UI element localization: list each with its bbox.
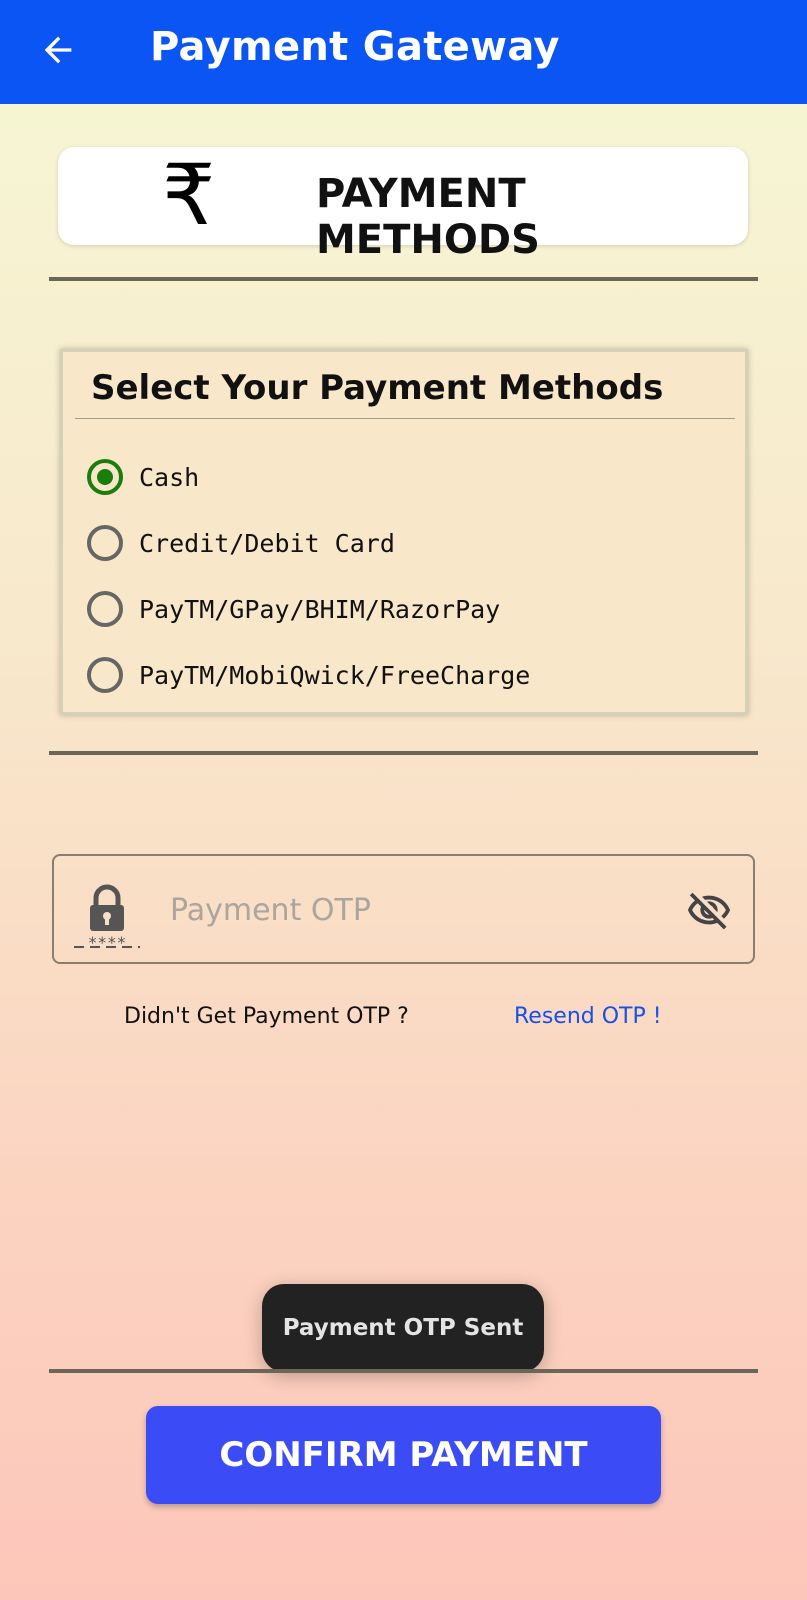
radio-option-wallet[interactable]: PayTM/MobiQwick/FreeCharge — [87, 651, 530, 699]
radio-button[interactable] — [87, 591, 123, 627]
toast-message: Payment OTP Sent — [262, 1284, 544, 1372]
eye-off-icon[interactable] — [684, 888, 734, 934]
page-title: Payment Gateway — [150, 24, 560, 70]
resend-otp-link[interactable]: Resend OTP ! — [514, 1004, 662, 1029]
radio-button[interactable] — [87, 657, 123, 693]
divider — [49, 1369, 758, 1373]
radio-option-card[interactable]: Credit/Debit Card — [87, 519, 395, 567]
radio-button-checked[interactable] — [87, 459, 123, 495]
app-bar: Payment Gateway — [0, 0, 807, 104]
lock-caption: **** — [88, 933, 127, 948]
confirm-payment-button[interactable]: CONFIRM PAYMENT — [146, 1406, 661, 1504]
radio-label: Cash — [139, 462, 200, 492]
radio-label: PayTM/MobiQwick/FreeCharge — [139, 660, 531, 690]
methods-divider — [75, 418, 735, 419]
back-button[interactable] — [30, 22, 86, 78]
header-title: PAYMENT METHODS — [316, 171, 540, 263]
payment-methods-group: Select Your Payment Methods Cash Credit/… — [60, 349, 748, 715]
radio-label: Credit/Debit Card — [139, 528, 395, 558]
radio-option-cash[interactable]: Cash — [87, 453, 199, 501]
rupee-icon: ₹ — [162, 146, 216, 244]
lock-icon: **** — [74, 884, 140, 948]
arrow-left-icon — [44, 36, 72, 64]
otp-input[interactable] — [168, 876, 652, 944]
otp-field[interactable]: **** — [52, 854, 755, 964]
payment-methods-header: ₹ PAYMENT METHODS — [58, 146, 748, 263]
radio-option-upi[interactable]: PayTM/GPay/BHIM/RazorPay — [87, 585, 500, 633]
divider — [49, 277, 758, 281]
otp-help-text: Didn't Get Payment OTP ? — [124, 1004, 409, 1029]
methods-title: Select Your Payment Methods — [91, 368, 664, 408]
radio-button[interactable] — [87, 525, 123, 561]
radio-label: PayTM/GPay/BHIM/RazorPay — [139, 594, 501, 624]
divider — [49, 751, 758, 755]
